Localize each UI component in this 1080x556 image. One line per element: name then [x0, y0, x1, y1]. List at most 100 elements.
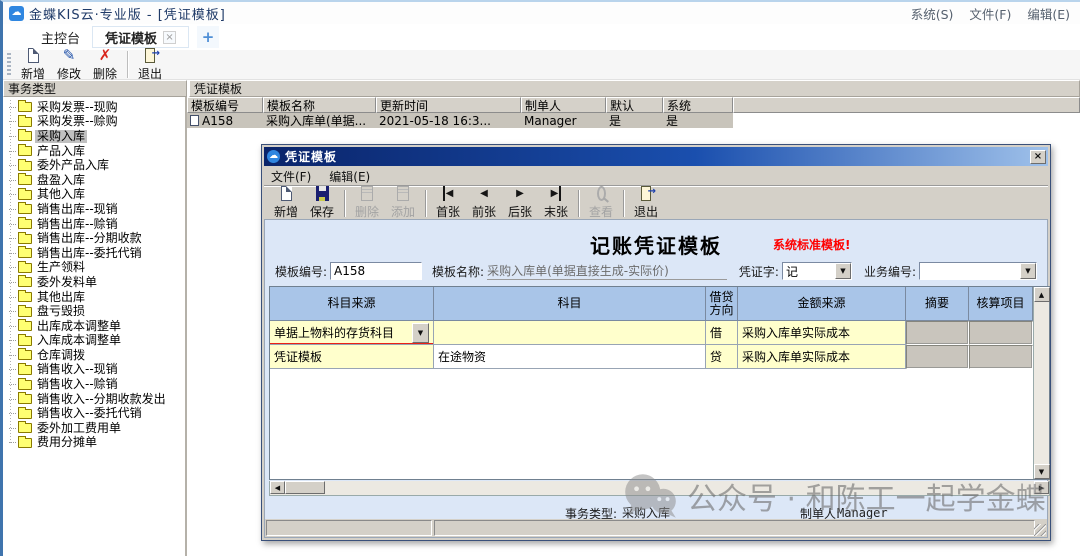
del-icon [99, 48, 112, 63]
voucher-word-select[interactable]: 记 ▼ [782, 262, 852, 280]
tree-item[interactable]: 出库成本调整单 [9, 319, 185, 334]
item-cell[interactable] [969, 345, 1033, 369]
tree-item[interactable]: 产品入库 [9, 144, 185, 159]
tree-item[interactable]: 委外产品入库 [9, 158, 185, 173]
退出-button[interactable]: 退出 [132, 47, 168, 83]
grid-vertical-scrollbar[interactable]: ▲ ▼ [1033, 287, 1049, 479]
transaction-type-tree: 采购发票--现购采购发票--赊购采购入库产品入库委外产品入库盘盈入库其他入库销售… [3, 97, 187, 556]
tab-main-console[interactable]: 主控台 [29, 26, 92, 48]
tree-item[interactable]: 销售收入--现销 [9, 363, 185, 378]
scrollbar-thumb[interactable] [285, 481, 325, 494]
subject-cell[interactable] [434, 321, 706, 345]
toolbar-grip-handle[interactable] [7, 53, 11, 77]
修改-button[interactable]: 修改 [51, 47, 87, 83]
item-cell[interactable] [969, 321, 1033, 345]
scroll-right-icon[interactable]: ▶ [1034, 481, 1049, 494]
后张-button[interactable]: 后张 [502, 185, 538, 221]
grid-column-header[interactable]: 金额来源 [738, 287, 906, 321]
column-header[interactable]: 模板名称 [263, 97, 376, 113]
direction-cell[interactable]: 借 [706, 321, 738, 345]
chevron-down-icon[interactable]: ▼ [835, 263, 851, 279]
grid-column-header[interactable]: 借贷方向 [706, 287, 738, 321]
grid-row: 凭证模板在途物资贷采购入库单实际成本 [270, 345, 1033, 369]
tree-item[interactable]: 仓库调拨 [9, 348, 185, 363]
scroll-up-icon[interactable]: ▲ [1034, 287, 1050, 302]
dialog-title: 凭证模板 [285, 148, 337, 165]
chevron-down-icon[interactable]: ▼ [412, 323, 429, 343]
template-no-input[interactable] [330, 262, 422, 280]
grid-column-header[interactable]: 科目 [434, 287, 706, 321]
scroll-left-icon[interactable]: ◀ [270, 481, 285, 494]
dialog-menu-item[interactable]: 编辑(E) [329, 168, 370, 185]
前张-button[interactable]: 前张 [466, 185, 502, 221]
business-no-select[interactable]: ▼ [919, 262, 1037, 280]
tree-item[interactable]: 盘亏毁损 [9, 304, 185, 319]
tree-item-label: 产品入库 [35, 145, 87, 158]
保存-button[interactable]: 保存 [304, 185, 340, 221]
新增-button[interactable]: 新增 [268, 185, 304, 221]
toolbar-button-label: 添加 [391, 203, 415, 220]
tree-item[interactable]: 其他出库 [9, 290, 185, 305]
toolbar-button-label: 删除 [93, 65, 117, 82]
tree-item[interactable]: 销售出库--现销 [9, 202, 185, 217]
首张-button[interactable]: 首张 [430, 185, 466, 221]
resize-grip[interactable] [1034, 524, 1046, 536]
tree-item[interactable]: 生产领料 [9, 261, 185, 276]
tree-item[interactable]: 采购发票--赊购 [9, 115, 185, 130]
summary-cell[interactable] [906, 321, 969, 345]
amount-source-cell[interactable]: 采购入库单实际成本 [738, 321, 906, 345]
tree-item[interactable]: 销售收入--分期收款发出 [9, 392, 185, 407]
tree-item[interactable]: 入库成本调整单 [9, 334, 185, 349]
tree-item[interactable]: 盘盈入库 [9, 173, 185, 188]
末张-button[interactable]: 末张 [538, 185, 574, 221]
tree-item-label: 盘盈入库 [35, 174, 87, 187]
column-header[interactable]: 系统 [663, 97, 733, 113]
folder-icon [18, 219, 32, 229]
tab-voucher-template[interactable]: 凭证模板 × [92, 26, 189, 48]
tree-item[interactable]: 委外发料单 [9, 275, 185, 290]
dialog-title-bar[interactable]: ☁ 凭证模板 × [264, 147, 1048, 166]
column-header[interactable]: 制单人 [521, 97, 606, 113]
grid-column-header[interactable]: 摘要 [906, 287, 969, 321]
tree-item-label: 销售收入--现销 [35, 363, 120, 376]
amount-source-cell[interactable]: 采购入库单实际成本 [738, 345, 906, 369]
tree-item[interactable]: 采购入库 [9, 129, 185, 144]
column-header[interactable]: 模板编号 [187, 97, 263, 113]
新增-button[interactable]: 新增 [15, 47, 51, 83]
dialog-close-button[interactable]: × [1030, 150, 1046, 164]
menu-item[interactable]: 文件(F) [969, 4, 1011, 23]
direction-cell[interactable]: 贷 [706, 345, 738, 369]
退出-button[interactable]: 退出 [628, 185, 664, 221]
close-tab-icon[interactable]: × [163, 31, 176, 44]
chevron-down-icon[interactable]: ▼ [1020, 263, 1036, 279]
summary-cell[interactable] [906, 345, 969, 369]
scroll-down-icon[interactable]: ▼ [1034, 464, 1050, 479]
tree-item[interactable]: 销售收入--委托代销 [9, 406, 185, 421]
menu-item[interactable]: 系统(S) [911, 4, 954, 23]
grid-horizontal-scrollbar[interactable]: ◀ ▶ [269, 481, 1050, 496]
tree-item[interactable]: 委外加工费用单 [9, 421, 185, 436]
tree-item[interactable]: 其他入库 [9, 188, 185, 203]
subject-cell[interactable]: 在途物资 [434, 345, 706, 369]
column-header[interactable]: 默认 [606, 97, 663, 113]
toolbar-separator [127, 51, 128, 78]
tree-item[interactable]: 销售收入--赊销 [9, 377, 185, 392]
system-standard-badge: 系统标准模板! [773, 236, 850, 253]
dialog-menu-item[interactable]: 文件(F) [271, 168, 311, 185]
account-source-cell[interactable]: 单据上物料的存货科目▼ [270, 321, 434, 345]
column-header[interactable]: 更新时间 [376, 97, 521, 113]
template-row[interactable]: A158采购入库单(单据...2021-05-18 16:3...Manager… [187, 113, 1080, 128]
tree-item[interactable]: 采购发票--现购 [9, 100, 185, 115]
tree-item[interactable]: 销售出库--委托代销 [9, 246, 185, 261]
grid-column-header[interactable]: 科目来源 [270, 287, 434, 321]
account-source-cell[interactable]: 凭证模板 [270, 345, 434, 369]
tree-item[interactable]: 费用分摊单 [9, 436, 185, 451]
grid-column-header[interactable]: 核算项目 [969, 287, 1033, 321]
dialog-heading: 记账凭证模板 [265, 230, 1047, 259]
tree-item[interactable]: 销售出库--赊销 [9, 217, 185, 232]
tree-item[interactable]: 销售出库--分期收款 [9, 231, 185, 246]
add-tab-button[interactable]: + [197, 26, 219, 48]
tree-item-label: 销售出库--赊销 [35, 218, 120, 231]
menu-item[interactable]: 编辑(E) [1027, 4, 1070, 23]
删除-button[interactable]: 删除 [87, 47, 123, 83]
